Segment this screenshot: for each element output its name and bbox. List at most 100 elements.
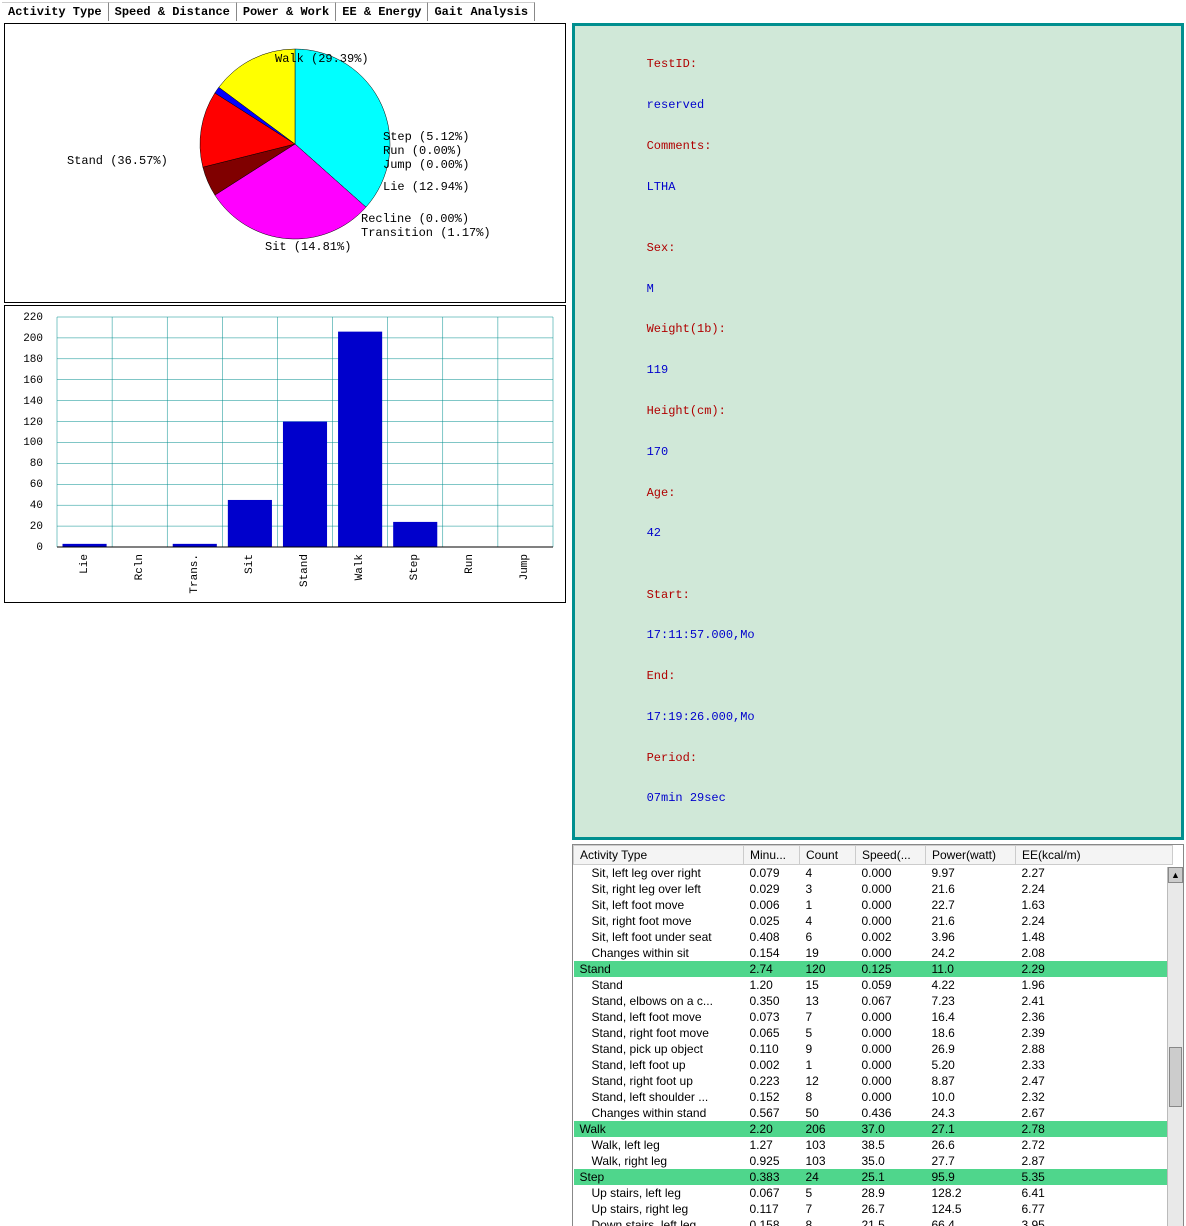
table-cell: 2.24 — [1016, 881, 1173, 897]
table-row[interactable]: Stand, left shoulder ...0.15280.00010.02… — [574, 1089, 1173, 1105]
table-row[interactable]: Sit, right leg over left0.02930.00021.62… — [574, 881, 1173, 897]
scroll-thumb[interactable] — [1169, 1047, 1182, 1107]
tab-ee-energy[interactable]: EE & Energy — [336, 2, 428, 21]
table-cell: 0.158 — [744, 1217, 800, 1226]
table-cell: 27.7 — [926, 1153, 1016, 1169]
table-cell: 0.002 — [856, 929, 926, 945]
table-row[interactable]: Stand, elbows on a c...0.350130.0677.232… — [574, 993, 1173, 1009]
table-cell: Stand, pick up object — [574, 1041, 744, 1057]
table-cell: 0.117 — [744, 1201, 800, 1217]
table-cell: 2.74 — [744, 961, 800, 977]
bar-ytick: 160 — [13, 375, 43, 387]
table-row[interactable]: Stand2.741200.12511.02.29 — [574, 961, 1173, 977]
col-minutes[interactable]: Minu... — [744, 846, 800, 865]
activity-table[interactable]: Activity Type Minu... Count Speed(... Po… — [573, 845, 1173, 1226]
table-row[interactable]: Step0.3832425.195.95.35 — [574, 1169, 1173, 1185]
table-cell: 37.0 — [856, 1121, 926, 1137]
table-cell: 50 — [800, 1105, 856, 1121]
table-row[interactable]: Up stairs, left leg0.067528.9128.26.41 — [574, 1185, 1173, 1201]
table-row[interactable]: Stand, left foot up0.00210.0005.202.33 — [574, 1057, 1173, 1073]
start-label: Start: — [647, 588, 690, 602]
table-cell: 0.350 — [744, 993, 800, 1009]
table-cell: 19 — [800, 945, 856, 961]
table-cell: 5 — [800, 1185, 856, 1201]
table-cell: 2.87 — [1016, 1153, 1173, 1169]
vertical-scrollbar[interactable]: ▲ ▼ — [1167, 867, 1183, 1226]
table-cell: 103 — [800, 1153, 856, 1169]
table-row[interactable]: Sit, right foot move0.02540.00021.62.24 — [574, 913, 1173, 929]
table-row[interactable]: Sit, left foot move0.00610.00022.71.63 — [574, 897, 1173, 913]
col-power[interactable]: Power(watt) — [926, 846, 1016, 865]
table-row[interactable]: Stand, right foot move0.06550.00018.62.3… — [574, 1025, 1173, 1041]
table-cell: Stand, left foot move — [574, 1009, 744, 1025]
testid-value: reserved — [647, 98, 705, 112]
table-row[interactable]: Stand, right foot up0.223120.0008.872.47 — [574, 1073, 1173, 1089]
bar-category-label: Walk — [354, 554, 366, 580]
col-count[interactable]: Count — [800, 846, 856, 865]
table-cell: 0.000 — [856, 1073, 926, 1089]
bar-ytick: 80 — [13, 458, 43, 470]
table-cell: 4 — [800, 865, 856, 882]
bar-category-label: Run — [464, 554, 476, 574]
table-cell: 26.9 — [926, 1041, 1016, 1057]
bar-ytick: 100 — [13, 437, 43, 449]
table-cell: 2.24 — [1016, 913, 1173, 929]
table-cell: 0.125 — [856, 961, 926, 977]
table-row[interactable]: Stand, left foot move0.07370.00016.42.36 — [574, 1009, 1173, 1025]
table-cell: 7 — [800, 1009, 856, 1025]
table-row[interactable]: Down stairs, left leg0.158821.566.43.95 — [574, 1217, 1173, 1226]
col-ee[interactable]: EE(kcal/m) — [1016, 846, 1173, 865]
table-cell: 0.073 — [744, 1009, 800, 1025]
table-cell: Walk, left leg — [574, 1137, 744, 1153]
table-row[interactable]: Walk, right leg0.92510335.027.72.87 — [574, 1153, 1173, 1169]
table-row[interactable]: Walk2.2020637.027.12.78 — [574, 1121, 1173, 1137]
table-cell: 2.41 — [1016, 993, 1173, 1009]
tab-activity-type[interactable]: Activity Type — [2, 2, 109, 21]
table-row[interactable]: Up stairs, right leg0.117726.7124.56.77 — [574, 1201, 1173, 1217]
height-label: Height(cm): — [647, 404, 726, 418]
table-cell: Sit, right leg over left — [574, 881, 744, 897]
table-cell: 35.0 — [856, 1153, 926, 1169]
col-activity-type[interactable]: Activity Type — [574, 846, 744, 865]
table-cell: Sit, left foot move — [574, 897, 744, 913]
period-value: 07min 29sec — [647, 791, 726, 805]
table-row[interactable]: Changes within stand0.567500.43624.32.67 — [574, 1105, 1173, 1121]
table-cell: 24.2 — [926, 945, 1016, 961]
table-row[interactable]: Changes within sit0.154190.00024.22.08 — [574, 945, 1173, 961]
bar-ytick: 20 — [13, 521, 43, 533]
tab-bar: Activity Type Speed & Distance Power & W… — [0, 0, 1186, 21]
table-cell: 0.000 — [856, 945, 926, 961]
table-row[interactable]: Sit, left leg over right0.07940.0009.972… — [574, 865, 1173, 882]
table-cell: 7.23 — [926, 993, 1016, 1009]
bar-ytick: 60 — [13, 479, 43, 491]
table-cell: 120 — [800, 961, 856, 977]
table-row[interactable]: Walk, left leg1.2710338.526.62.72 — [574, 1137, 1173, 1153]
table-cell: 0.000 — [856, 881, 926, 897]
pie-label-lie: Lie (12.94%) — [383, 180, 469, 194]
height-value: 170 — [647, 445, 669, 459]
scroll-up-arrow-icon[interactable]: ▲ — [1168, 867, 1183, 883]
table-cell: 3 — [800, 881, 856, 897]
table-cell: 21.6 — [926, 913, 1016, 929]
table-cell: 28.9 — [856, 1185, 926, 1201]
bar-category-label: Step — [409, 554, 421, 580]
tab-gait-analysis[interactable]: Gait Analysis — [428, 2, 535, 21]
table-cell: 1.63 — [1016, 897, 1173, 913]
table-cell: 2.72 — [1016, 1137, 1173, 1153]
table-cell: 8 — [800, 1217, 856, 1226]
table-cell: 1.96 — [1016, 977, 1173, 993]
bar-ytick: 40 — [13, 500, 43, 512]
table-row[interactable]: Stand, pick up object0.11090.00026.92.88 — [574, 1041, 1173, 1057]
age-label: Age: — [647, 486, 676, 500]
table-cell: Stand, left foot up — [574, 1057, 744, 1073]
table-cell: 2.39 — [1016, 1025, 1173, 1041]
table-cell: 13 — [800, 993, 856, 1009]
table-row[interactable]: Sit, left foot under seat0.40860.0023.96… — [574, 929, 1173, 945]
tab-speed-distance[interactable]: Speed & Distance — [109, 2, 237, 21]
table-cell: 2.67 — [1016, 1105, 1173, 1121]
tab-power-work[interactable]: Power & Work — [237, 2, 336, 21]
table-row[interactable]: Stand1.20150.0594.221.96 — [574, 977, 1173, 993]
table-cell: 0.000 — [856, 1025, 926, 1041]
col-speed[interactable]: Speed(... — [856, 846, 926, 865]
table-cell: 1.48 — [1016, 929, 1173, 945]
